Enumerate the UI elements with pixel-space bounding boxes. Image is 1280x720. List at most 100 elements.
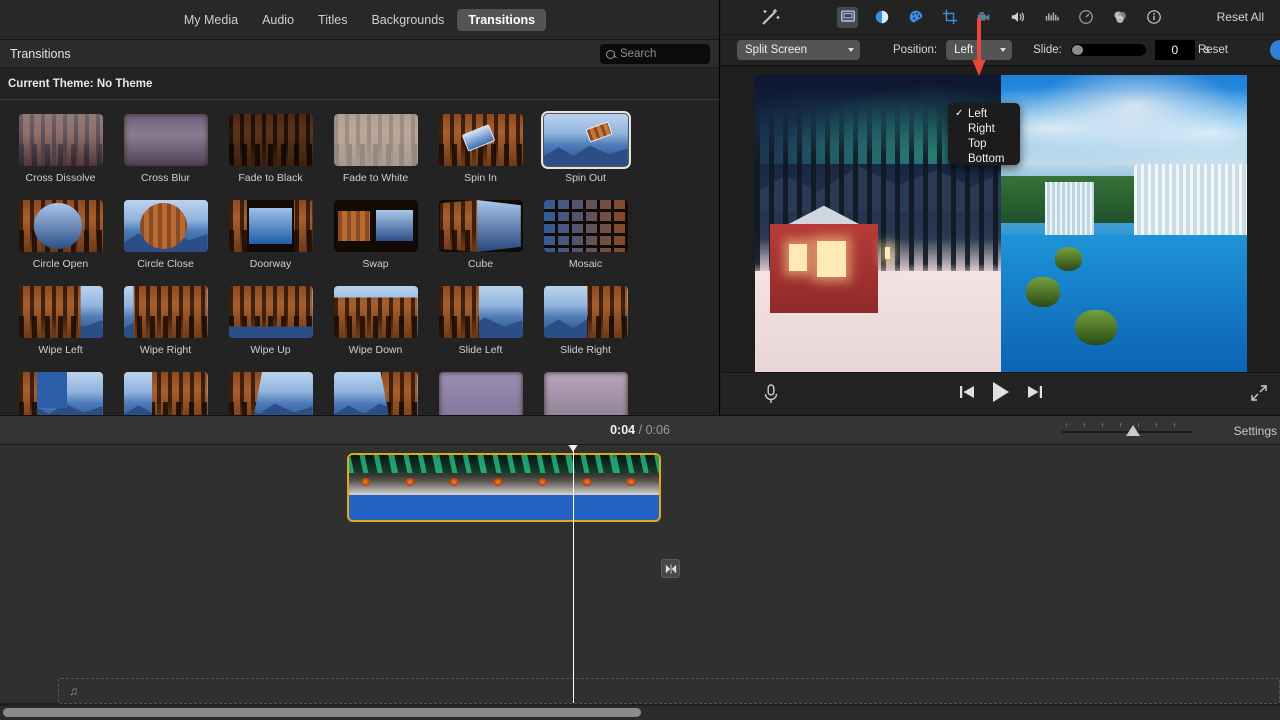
slide-slider[interactable] <box>1070 44 1146 56</box>
position-dropdown-menu[interactable]: ✓ Left Right Top Bottom <box>948 103 1020 165</box>
tab-backgrounds[interactable]: Backgrounds <box>360 9 455 31</box>
transition-item-wipe-up[interactable]: Wipe Up <box>218 286 323 372</box>
timeline-clip-aurora[interactable] <box>347 453 661 522</box>
color-balance-icon[interactable] <box>871 7 892 28</box>
transition-item-cross-blur[interactable]: Cross Blur <box>113 114 218 200</box>
transition-thumbnail <box>123 372 208 415</box>
transition-item-cross-dissolve[interactable]: Cross Dissolve <box>8 114 113 200</box>
transition-thumbnail <box>543 200 628 252</box>
media-browser-panel: My Media Audio Titles Backgrounds Transi… <box>0 0 720 415</box>
transition-thumbnail <box>123 114 208 166</box>
volume-icon[interactable] <box>1007 7 1028 28</box>
transition-label: Fade to Black <box>238 172 303 184</box>
transition-item-doorway[interactable]: Doorway <box>218 200 323 286</box>
transition-item-mosaic[interactable]: Mosaic <box>533 200 638 286</box>
settings-button[interactable]: Settings <box>1234 424 1277 438</box>
transition-item-slide-right[interactable]: Slide Right <box>533 286 638 372</box>
reset-all-button[interactable]: Reset All <box>1217 10 1264 24</box>
info-icon[interactable] <box>1143 7 1164 28</box>
total-time: 0:06 <box>645 423 670 437</box>
transition-item-wipe-right[interactable]: Wipe Right <box>113 286 218 372</box>
transition-item-slide-left[interactable]: Slide Left <box>428 286 533 372</box>
browser-title: Transitions <box>10 46 71 61</box>
filmstrip <box>349 455 659 496</box>
transition-label: Mosaic <box>568 258 603 270</box>
inspector-toolbar: Reset All <box>721 0 1280 35</box>
transition-item-wipe-left[interactable]: Wipe Left <box>8 286 113 372</box>
transition-label: Circle Open <box>32 258 89 270</box>
skip-to-end-icon[interactable] <box>1027 385 1043 399</box>
split-screen-controls: Split Screen Position: Left Slide: 0 s R… <box>721 35 1280 66</box>
effect-select-value: Split Screen <box>745 44 808 56</box>
color-correction-icon[interactable] <box>905 7 926 28</box>
transition-item-21[interactable] <box>323 372 428 415</box>
tab-audio[interactable]: Audio <box>251 9 305 31</box>
transition-item-cube[interactable]: Cube <box>428 200 533 286</box>
transition-thumbnail <box>123 200 208 252</box>
transition-item-fade-to-white[interactable]: Fade to White <box>323 114 428 200</box>
transition-item-swap[interactable]: Swap <box>323 200 428 286</box>
transitions-grid-scroll[interactable]: Cross Dissolve Cross Blur Fade to Black Fad… <box>0 100 719 415</box>
reset-button[interactable]: Reset <box>1198 44 1228 56</box>
scrollbar-thumb[interactable] <box>3 708 641 717</box>
transition-thumbnail <box>438 372 523 415</box>
menu-item-right-label: Right <box>968 122 995 135</box>
fullscreen-icon[interactable] <box>1250 384 1268 402</box>
transition-label: Wipe Left <box>38 344 83 356</box>
transition-item-20[interactable] <box>218 372 323 415</box>
transition-label: Slide Left <box>458 344 503 356</box>
transition-icon[interactable] <box>661 559 680 578</box>
audio-waveform-band <box>349 495 659 520</box>
transition-item-fade-to-black[interactable]: Fade to Black <box>218 114 323 200</box>
audio-equalizer-icon[interactable] <box>1041 7 1062 28</box>
timeline-toolbar: 0:04 / 0:06 Settings <box>0 415 1280 445</box>
search-input[interactable]: Search <box>620 48 656 60</box>
transition-item-spin-in[interactable]: Spin In <box>428 114 533 200</box>
transition-item-19[interactable] <box>113 372 218 415</box>
speed-icon[interactable] <box>1075 7 1096 28</box>
video-overlay-icon[interactable] <box>837 6 858 28</box>
slide-value-field[interactable]: 0 <box>1154 40 1195 60</box>
transition-label: Fade to White <box>342 172 409 184</box>
playhead[interactable] <box>573 445 574 703</box>
tab-titles[interactable]: Titles <box>307 9 358 31</box>
menu-item-bottom[interactable]: Bottom <box>948 151 1020 166</box>
play-icon[interactable] <box>992 382 1009 402</box>
transition-item-circle-open[interactable]: Circle Open <box>8 200 113 286</box>
tab-my-media[interactable]: My Media <box>173 9 249 31</box>
timeline-zoom-slider[interactable] <box>1062 423 1192 436</box>
transition-item-23[interactable] <box>533 372 638 415</box>
horizontal-scrollbar[interactable] <box>0 706 1280 720</box>
music-dropzone[interactable]: ♫ <box>58 678 1280 704</box>
tab-transitions[interactable]: Transitions <box>457 8 547 31</box>
transition-thumbnail <box>543 372 628 415</box>
transition-item-18[interactable] <box>8 372 113 415</box>
menu-item-top[interactable]: Top <box>948 136 1020 151</box>
transition-label: Spin Out <box>565 172 606 184</box>
skip-to-start-icon[interactable] <box>959 385 975 399</box>
crop-icon[interactable] <box>939 7 960 28</box>
lamp-light <box>885 247 891 260</box>
apply-button[interactable] <box>1270 40 1280 60</box>
menu-item-right[interactable]: Right <box>948 121 1020 136</box>
cabin-window-1 <box>789 244 807 271</box>
transitions-grid: Cross Dissolve Cross Blur Fade to Black Fad… <box>0 100 719 415</box>
browser-header: Transitions Search <box>0 40 719 68</box>
transition-thumbnail <box>540 111 631 169</box>
clip-filter-icon[interactable] <box>1109 7 1130 28</box>
slide-slider-knob[interactable] <box>1071 45 1083 55</box>
transition-item-wipe-down[interactable]: Wipe Down <box>323 286 428 372</box>
transition-item-22[interactable] <box>428 372 533 415</box>
transition-thumbnail <box>333 114 418 166</box>
search-field[interactable]: Search <box>600 44 710 64</box>
timeline[interactable] <box>0 445 1280 703</box>
zoom-knob[interactable] <box>1126 425 1140 436</box>
transition-label: Wipe Down <box>348 344 403 356</box>
enhance-wand-icon[interactable] <box>759 6 781 28</box>
transition-label: Swap <box>362 258 389 270</box>
transition-item-spin-out[interactable]: Spin Out <box>533 111 638 200</box>
browser-tab-bar: My Media Audio Titles Backgrounds Transi… <box>0 0 719 40</box>
effect-select[interactable]: Split Screen <box>737 40 860 60</box>
menu-item-left[interactable]: ✓ Left <box>948 106 1020 121</box>
transition-item-circle-close[interactable]: Circle Close <box>113 200 218 286</box>
